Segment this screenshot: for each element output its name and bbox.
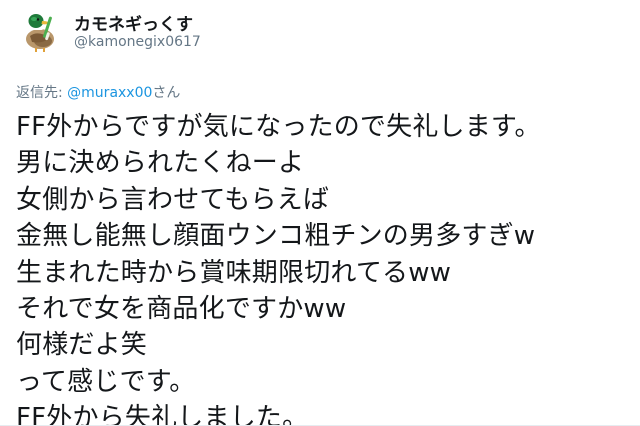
tweet-text-line: 生まれた時から賞味期限切れてるww <box>16 257 452 288</box>
tweet-text-line: FF外からですが気になったので失礼します。 <box>16 112 541 142</box>
tweet-text: FF外からですが気になったので失礼します。 男に決められたくねーよ 女側から言わ… <box>16 109 628 426</box>
tweet-text-line: 金無し能無し顔面ウンコ粗チンの男多すぎw <box>16 221 536 252</box>
author-handle[interactable]: @kamonegix0617 <box>74 34 201 50</box>
tweet-text-line: 女側から言わせてもらえば <box>16 184 330 215</box>
tweet-header: カモネギっくす @kamonegix0617 <box>0 0 640 64</box>
reply-to-suffix: さん <box>152 85 181 101</box>
tweet-text-line: って感じです。 <box>16 366 196 397</box>
avatar[interactable] <box>16 8 62 54</box>
reply-to-prefix: 返信先: <box>16 85 68 101</box>
mallard-duck-avatar-icon <box>16 8 62 54</box>
tweet-text-line: 男に決められたくねーよ <box>16 148 305 179</box>
tweet-text-line: それで女を商品化ですかww <box>16 293 347 324</box>
reply-to-line: 返信先: @muraxx00さん <box>16 82 180 102</box>
tweet-text-line: FF外から失礼しました。 <box>16 403 309 426</box>
author-display-name[interactable]: カモネギっくす <box>74 10 193 35</box>
tweet-text-line: 何様だよ笑 <box>16 330 148 361</box>
reply-to-mention-link[interactable]: @muraxx00 <box>67 85 152 101</box>
